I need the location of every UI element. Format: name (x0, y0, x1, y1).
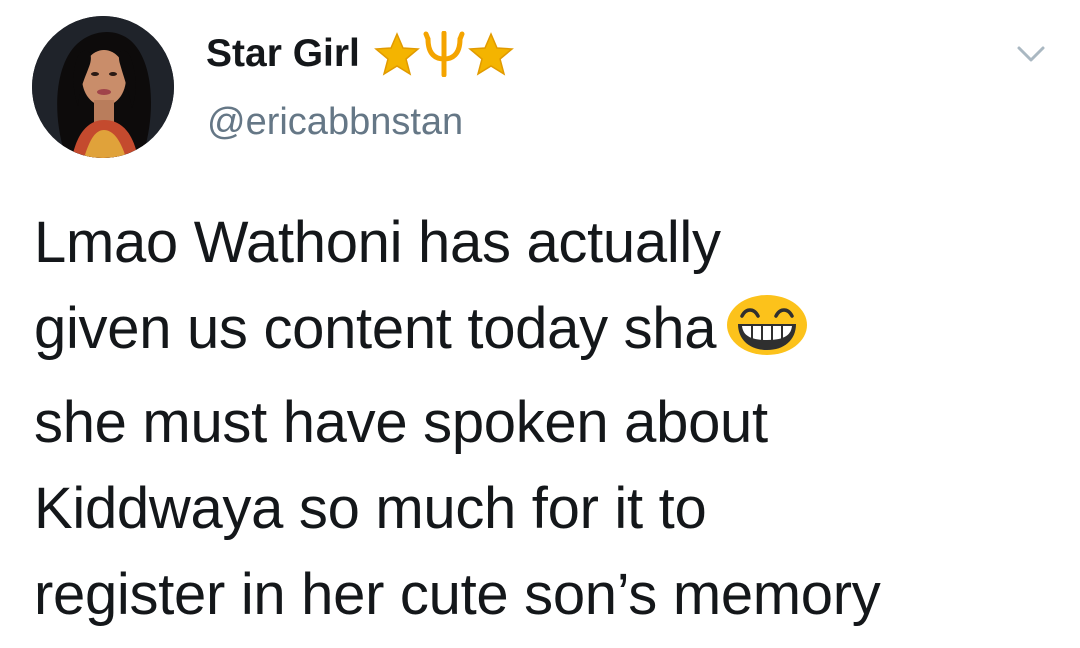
chevron-down-icon[interactable] (1016, 42, 1046, 66)
tweet-card: Star Girl @ericabbnstan Lmao Wathoni has… (0, 0, 1080, 648)
tweet-text-line: she must have spoken about (34, 390, 768, 455)
display-name[interactable]: Star Girl (206, 30, 514, 78)
trident-icon (423, 31, 465, 77)
name-emojis (373, 31, 514, 77)
tweet-text: Lmao Wathoni has actually given us conte… (34, 200, 1064, 638)
tweet-text-line: register in her cute son’s memory (34, 562, 881, 627)
tweet-text-line: Kiddwaya so much for it to (34, 476, 707, 541)
user-handle[interactable]: @ericabbnstan (207, 98, 463, 146)
star-icon (467, 32, 514, 76)
avatar[interactable] (32, 16, 174, 158)
grinning-squinting-face-icon (726, 294, 808, 380)
tweet-text-line: given us content today sha (34, 296, 717, 361)
display-name-text: Star Girl (206, 32, 360, 75)
tweet-text-line: Lmao Wathoni has actually (34, 210, 721, 275)
tweet-text-line-with-emoji: given us content today sha (34, 286, 1064, 380)
avatar-image (32, 16, 174, 158)
star-icon (373, 32, 420, 76)
